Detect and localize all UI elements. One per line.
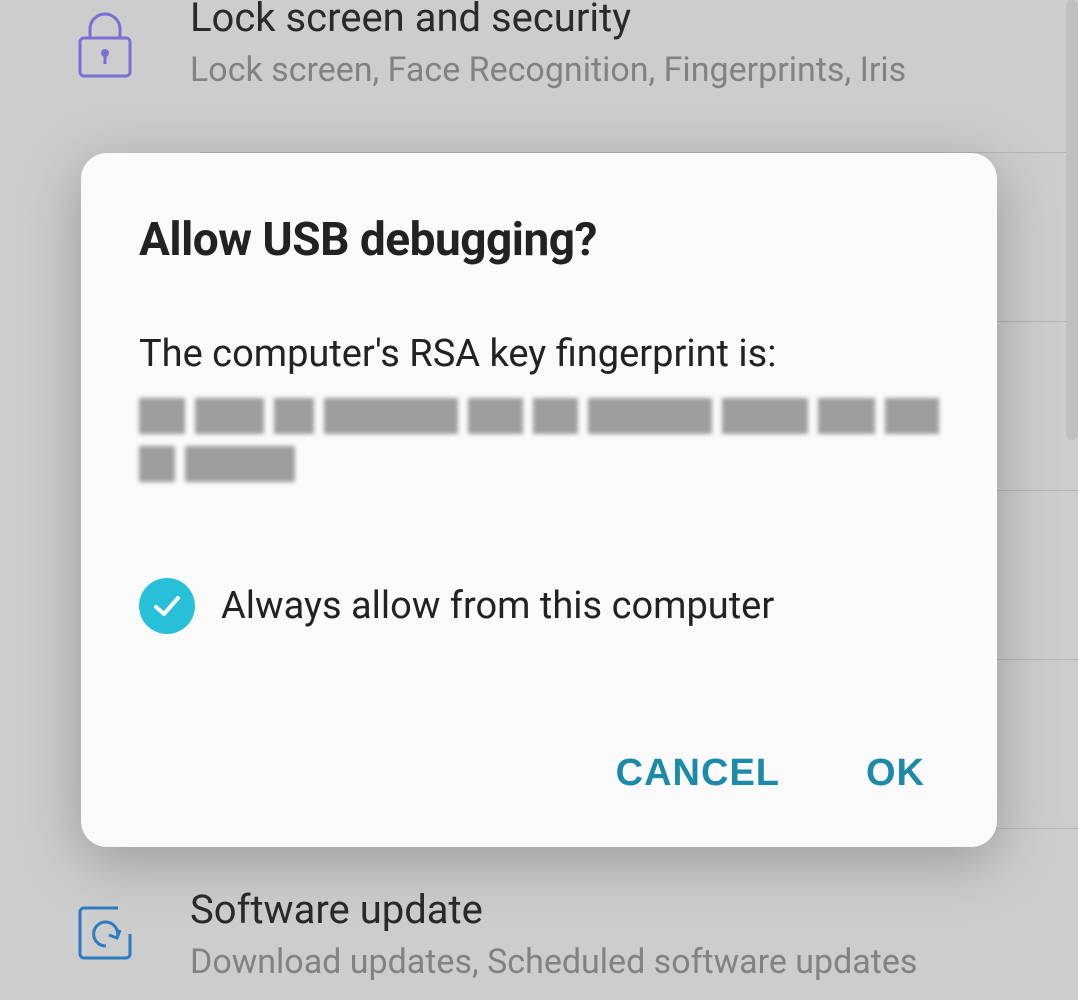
settings-item-subtitle: Lock screen, Face Recognition, Fingerpri… <box>190 48 1058 92</box>
settings-item-title: Lock screen and security <box>190 0 1058 44</box>
dialog-body-intro: The computer's RSA key fingerprint is: <box>139 332 776 376</box>
rsa-fingerprint-redacted <box>139 446 299 482</box>
dialog-body: The computer's RSA key fingerprint is: <box>139 329 939 482</box>
scrollbar[interactable] <box>1066 0 1078 440</box>
refresh-square-icon <box>20 880 190 962</box>
settings-item-software-update[interactable]: Software update Download updates, Schedu… <box>0 880 1078 1000</box>
usb-debugging-dialog: Allow USB debugging? The computer's RSA … <box>81 153 997 847</box>
checkmark-icon <box>139 578 195 634</box>
settings-item-lock-security[interactable]: Lock screen and security Lock screen, Fa… <box>0 0 1078 108</box>
lock-icon <box>20 0 190 78</box>
ok-button[interactable]: OK <box>862 744 929 803</box>
settings-item-title: Software update <box>190 884 1058 936</box>
cancel-button[interactable]: CANCEL <box>612 744 784 803</box>
settings-item-subtitle: Download updates, Scheduled software upd… <box>190 940 1058 984</box>
rsa-fingerprint-redacted <box>139 398 939 434</box>
dialog-title: Allow USB debugging? <box>139 213 939 267</box>
dialog-actions: CANCEL OK <box>139 744 939 803</box>
always-allow-checkbox[interactable]: Always allow from this computer <box>139 578 939 634</box>
checkbox-label: Always allow from this computer <box>221 584 774 628</box>
